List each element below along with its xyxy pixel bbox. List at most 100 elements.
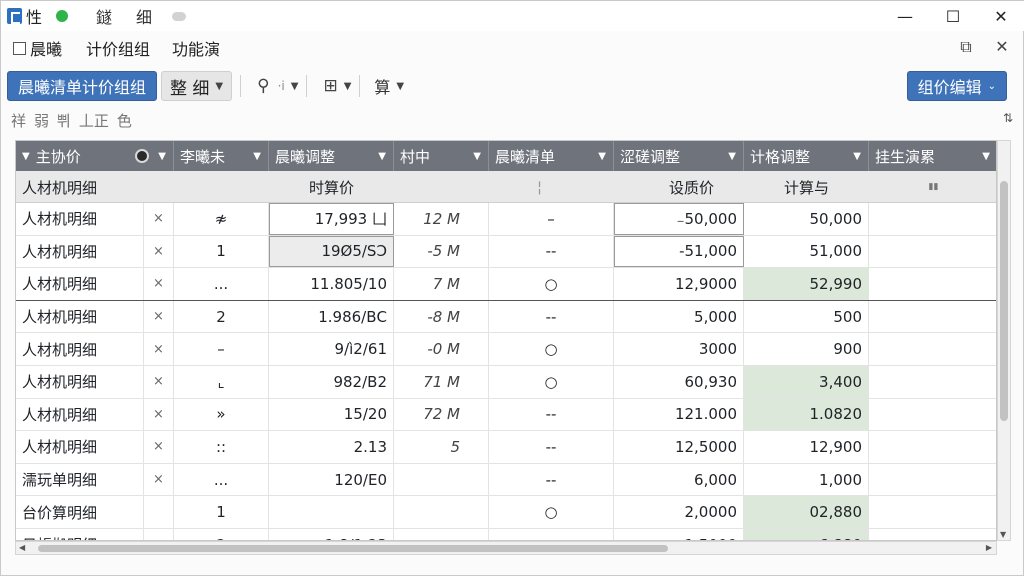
cell-name[interactable]: 日帳拠明细 [16,528,144,540]
column-header-6[interactable]: 涩磋调整 ▼ [614,141,744,171]
column-header-4[interactable]: 村中 ▼ [394,141,489,171]
column-header-3[interactable]: 晨曦调整 ▼ [269,141,394,171]
cell-c7[interactable]: 50,000 [744,203,869,235]
cell-c6[interactable]: ₋50,000 [614,203,744,235]
cell-c4[interactable]: 71 M [394,365,489,398]
cell-name[interactable]: 台价算明细 [16,496,144,528]
cell-c7[interactable]: 900 [744,333,869,365]
cell-c2[interactable]: 1 [174,496,269,528]
cell-c7[interactable]: 52,990 [744,268,869,300]
cell-name[interactable]: 人材机明细 [16,235,144,268]
cell-c5[interactable]: ○ [489,333,614,365]
subtool-1[interactable]: 祥 [11,110,26,131]
scroll-left-icon[interactable]: ◀ [19,543,25,552]
cell-c5[interactable]: ○ [489,365,614,398]
horizontal-scrollbar[interactable]: ◀ ▶ [15,541,997,555]
cell-c6[interactable]: 6,000 [614,463,744,496]
cell-name[interactable]: 濡玩单明细 [16,463,144,496]
cell-c2[interactable]: 2 [174,528,269,540]
cell-c5[interactable]: ○ [489,268,614,300]
cell-c3[interactable]: 15/20 [269,398,394,431]
close-button[interactable]: ✕ [977,1,1024,31]
cell-c6[interactable]: 121.000 [614,398,744,431]
cell-c3[interactable]: 2.13 [269,431,394,463]
cell-c3[interactable]: 120/E0 [269,463,394,496]
table-row[interactable]: 濡玩单明细 ×... 120/E0 -- 6,000 1,000 [16,463,996,497]
cell-c7[interactable]: 02,880 [744,496,869,528]
cell-c7[interactable]: 51,000 [744,235,869,268]
cell-c4[interactable]: -8 M [394,300,489,333]
cell-c3[interactable]: 1.8/1.23 [269,528,394,540]
cell-c7[interactable]: 3,400 [744,365,869,398]
cell-c4[interactable] [394,496,489,528]
cell-c8[interactable] [869,399,996,431]
chevron-down-icon[interactable]: ▼ [344,81,352,92]
cell-c8[interactable] [869,496,996,528]
cell-c3[interactable] [269,496,394,528]
cell-c5[interactable]: ○ [489,496,614,528]
column-header-1[interactable]: ▼ 主协价 ▼ [16,141,174,171]
cell-c2[interactable]: ... [174,268,269,300]
maximize-button[interactable]: ☐ [929,1,977,31]
cell-c3[interactable]: 1.986/ΒC [269,300,394,333]
cell-c2[interactable]: » [174,398,269,431]
vertical-scroll-thumb[interactable] [1000,181,1008,421]
cell-c4[interactable]: 12 M [394,203,489,235]
cell-c3[interactable]: 982/B2 [269,365,394,398]
cell-c8[interactable] [869,464,996,496]
table-row[interactable]: 人材机明细 × 2 1.986/ΒC -8 M -- 5,000 500 [16,300,996,334]
table-row[interactable]: 日帳拠明细 21.8/1.23 1,50006,880 [16,528,996,540]
cell-c6[interactable]: 12,5000 [614,431,744,463]
chevron-down-icon[interactable]: ▼ [158,151,166,162]
subtool-5[interactable]: 色 [117,110,132,131]
cell-c8[interactable] [869,366,996,398]
cell-c4[interactable]: 72 M [394,398,489,431]
cell-name[interactable]: 人材机明细 [16,300,144,333]
remove-icon[interactable]: × [144,333,174,365]
cell-c6[interactable]: 3000 [614,333,744,365]
table-row[interactable]: 人材机明细 ×:: 2.13 5 -- 12,5000 12,900 [16,431,996,464]
column-toggle-icon[interactable] [135,149,149,163]
chevron-down-icon[interactable]: ▼ [253,151,261,162]
remove-icon[interactable]: × [144,463,174,496]
cell-name[interactable]: 人材机明细 [16,431,144,463]
cell-c6[interactable]: -51,000 [614,235,744,268]
cell-c8[interactable] [869,431,996,463]
column-header-7[interactable]: 计格调整 ▼ [744,141,869,171]
pin-icon[interactable]: ⇅ [1003,111,1013,125]
pricing-group-button[interactable]: 晨曦清单计价组组 [7,71,158,101]
remove-icon[interactable] [144,496,174,528]
cell-c5[interactable]: -- [489,398,614,431]
horizontal-scroll-thumb[interactable] [38,545,668,552]
subtool-3[interactable]: 쀠 [57,110,71,131]
cell-c5[interactable]: – [489,203,614,235]
table-row[interactable]: 人材机明细 ×» 15/20 72 M -- 121.000 1.0820 [16,398,996,432]
subtool-2[interactable]: 弱 [34,110,49,131]
remove-icon[interactable]: × [144,398,174,431]
cell-c2[interactable]: ⌞ [174,365,269,398]
cell-name[interactable]: 人材机明细 [16,268,144,300]
remove-icon[interactable]: × [144,235,174,268]
menu-checkbox[interactable] [13,41,26,55]
calc-menu[interactable]: 算 [374,74,390,98]
menu-item-2[interactable]: 计价组组 [86,36,150,60]
search-icon[interactable]: ⚲ [257,76,269,96]
cell-c2[interactable]: :: [174,431,269,463]
collapse-icon[interactable]: ✕ [993,37,1011,57]
cell-c4[interactable]: 7 M [394,268,489,300]
cell-c3[interactable]: 19Ø5/SƆ [269,235,394,268]
chevron-down-icon[interactable]: ▼ [396,81,404,92]
table-row[interactable]: 人材机明细 ×... 11.805/10 7 M ○ 12,9000 52,990 [16,268,996,301]
table-row[interactable]: 人材机明细 × ⌞ 982/B2 71 M ○ 60,930 3,400 [16,365,996,399]
cell-c4[interactable]: -0 M [394,333,489,365]
filter-icon[interactable]: ·i [278,79,285,93]
cell-c4[interactable]: 5 [394,431,489,463]
cell-name[interactable]: 人材机明细 [16,365,144,398]
remove-icon[interactable] [144,528,174,540]
cell-c4[interactable]: -5 M [394,235,489,268]
column-header-5[interactable]: 晨曦清单 ▼ [489,141,614,171]
cell-c2[interactable]: 2 [174,300,269,333]
export-icon[interactable]: ⧉ [957,37,975,57]
scroll-right-icon[interactable]: ▶ [986,543,992,552]
cell-c2[interactable]: ≉ [174,203,269,235]
